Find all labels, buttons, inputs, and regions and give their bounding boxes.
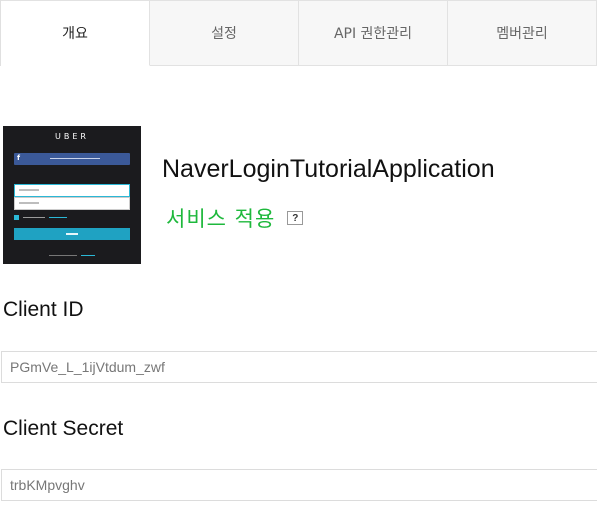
app-thumbnail: UBER f: [3, 126, 141, 264]
client-id-field[interactable]: [2, 352, 597, 382]
tab-settings[interactable]: 설정: [150, 0, 299, 66]
tab-overview[interactable]: 개요: [1, 0, 150, 66]
tab-api-permissions-label: API 권한관리: [333, 26, 413, 42]
help-icon[interactable]: ?: [287, 211, 304, 225]
tab-members[interactable]: 멤버관리: [448, 0, 597, 66]
client-secret-field-box: [1, 469, 597, 501]
thumbnail-facebook-button: f: [14, 153, 130, 165]
client-id-field-box: [1, 351, 597, 383]
client-secret-field[interactable]: [2, 470, 597, 500]
client-secret-label: Client Secret: [3, 417, 124, 440]
tab-api-permissions[interactable]: API 권한관리: [299, 0, 448, 66]
thumbnail-brand-logo: UBER: [55, 132, 89, 141]
app-status: 서비스 적용: [166, 207, 276, 231]
thumbnail-checkbox-label: [23, 217, 45, 218]
thumbnail-login-button: [14, 228, 130, 240]
client-id-label: Client ID: [3, 298, 84, 321]
tab-overview-label: 개요: [62, 26, 88, 42]
thumbnail-password-field: [14, 197, 130, 210]
thumbnail-signup-link: [81, 255, 95, 256]
thumbnail-checkbox: [14, 215, 19, 220]
thumbnail-email-field: [14, 184, 130, 197]
tab-settings-label: 설정: [211, 26, 237, 42]
facebook-icon: f: [17, 154, 21, 162]
thumbnail-facebook-text: [50, 158, 100, 159]
thumbnail-footer-text: [49, 255, 77, 256]
tab-members-label: 멤버관리: [496, 26, 548, 42]
tab-bar: 개요 설정 API 권한관리 멤버관리: [0, 0, 597, 66]
thumbnail-forgot-link: [49, 217, 67, 218]
app-name: NaverLoginTutorialApplication: [162, 155, 495, 183]
app-status-row: 서비스 적용 ?: [166, 203, 304, 233]
